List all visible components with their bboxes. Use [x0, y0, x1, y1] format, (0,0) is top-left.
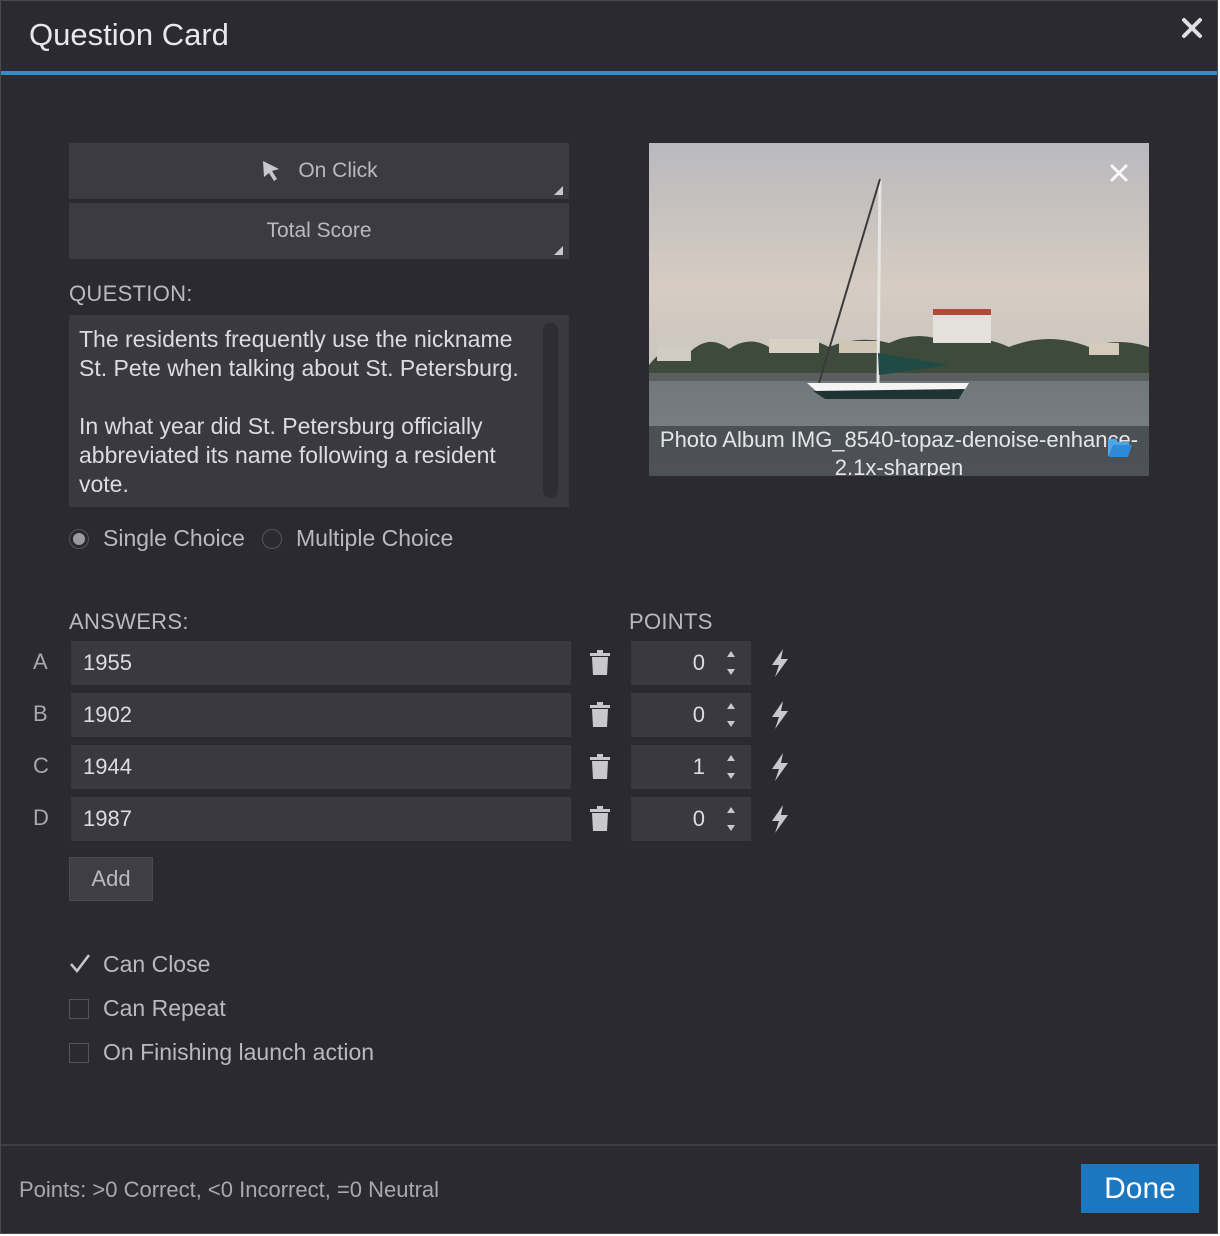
- points-stepper[interactable]: 1: [631, 745, 751, 789]
- trash-icon[interactable]: [589, 650, 611, 676]
- can-repeat-label: Can Repeat: [103, 995, 226, 1021]
- title-accent-line: [1, 71, 1217, 75]
- footer-divider: [1, 1144, 1217, 1146]
- image-caption: Photo Album IMG_8540-topaz-denoise-enhan…: [649, 426, 1149, 476]
- trigger-dropdown[interactable]: On Click: [69, 143, 569, 199]
- lightning-icon[interactable]: [769, 700, 791, 730]
- cursor-icon: [263, 161, 280, 181]
- points-stepper[interactable]: 0: [631, 641, 751, 685]
- can-close-checkbox[interactable]: Can Close: [69, 951, 210, 978]
- points-value: 0: [692, 702, 705, 727]
- question-card-dialog: Question Card On Click Total Score QUEST…: [0, 0, 1218, 1234]
- trash-icon[interactable]: [589, 754, 611, 780]
- radio-unselected-icon: [262, 528, 282, 549]
- points-hint: Points: >0 Correct, <0 Incorrect, =0 Neu…: [19, 1177, 440, 1202]
- question-textarea[interactable]: The residents frequently use the nicknam…: [69, 315, 569, 507]
- single-choice-radio[interactable]: Single Choice: [69, 525, 245, 552]
- answer-letter: A: [33, 649, 48, 674]
- answer-input[interactable]: 1944: [71, 745, 571, 789]
- add-answer-button[interactable]: Add: [69, 857, 153, 901]
- checkbox-checked-icon: [69, 953, 90, 975]
- answer-letter: D: [33, 805, 49, 830]
- checkbox-unchecked-icon: [69, 998, 89, 1019]
- score-dropdown[interactable]: Total Score: [69, 203, 569, 259]
- answer-letter: C: [33, 753, 49, 778]
- answer-input[interactable]: 1902: [71, 693, 571, 737]
- lightning-icon[interactable]: [769, 804, 791, 834]
- folder-open-icon[interactable]: [1107, 436, 1133, 458]
- launch-action-label: On Finishing launch action: [103, 1039, 375, 1065]
- points-stepper[interactable]: 0: [631, 797, 751, 841]
- spinner-arrows-icon[interactable]: [725, 699, 737, 731]
- done-button[interactable]: Done: [1081, 1164, 1199, 1213]
- dialog-title: Question Card: [29, 17, 229, 52]
- score-dropdown-label: Total Score: [266, 219, 372, 242]
- launch-action-checkbox[interactable]: On Finishing launch action: [69, 1039, 374, 1066]
- spinner-arrows-icon[interactable]: [725, 751, 737, 783]
- answer-input[interactable]: 1987: [71, 797, 571, 841]
- multiple-choice-label: Multiple Choice: [296, 525, 454, 551]
- points-value: 1: [692, 754, 705, 779]
- answer-input[interactable]: 1955: [71, 641, 571, 685]
- question-label: QUESTION:: [69, 281, 193, 306]
- single-choice-label: Single Choice: [103, 525, 245, 551]
- spinner-arrows-icon[interactable]: [725, 803, 737, 835]
- answer-letter: B: [33, 701, 48, 726]
- points-stepper[interactable]: 0: [631, 693, 751, 737]
- question-scrollbar[interactable]: [543, 323, 558, 498]
- close-icon[interactable]: [1177, 13, 1207, 43]
- answers-label: ANSWERS:: [69, 609, 189, 634]
- spinner-arrows-icon[interactable]: [725, 647, 737, 679]
- points-label: POINTS: [629, 609, 713, 634]
- can-repeat-checkbox[interactable]: Can Repeat: [69, 995, 226, 1022]
- trigger-dropdown-label: On Click: [298, 159, 378, 182]
- dropdown-corner-icon: [554, 246, 563, 255]
- can-close-label: Can Close: [103, 951, 211, 977]
- image-thumbnail[interactable]: Photo Album IMG_8540-topaz-denoise-enhan…: [649, 143, 1149, 476]
- lightning-icon[interactable]: [769, 648, 791, 678]
- remove-image-icon[interactable]: [1107, 161, 1131, 185]
- points-value: 0: [692, 650, 705, 675]
- multiple-choice-radio[interactable]: Multiple Choice: [262, 525, 453, 552]
- lightning-icon[interactable]: [769, 752, 791, 782]
- title-bar: Question Card: [1, 1, 1217, 71]
- radio-selected-icon: [69, 528, 89, 549]
- points-value: 0: [692, 806, 705, 831]
- dropdown-corner-icon: [554, 186, 563, 195]
- checkbox-unchecked-icon: [69, 1042, 89, 1063]
- trash-icon[interactable]: [589, 702, 611, 728]
- trash-icon[interactable]: [589, 806, 611, 832]
